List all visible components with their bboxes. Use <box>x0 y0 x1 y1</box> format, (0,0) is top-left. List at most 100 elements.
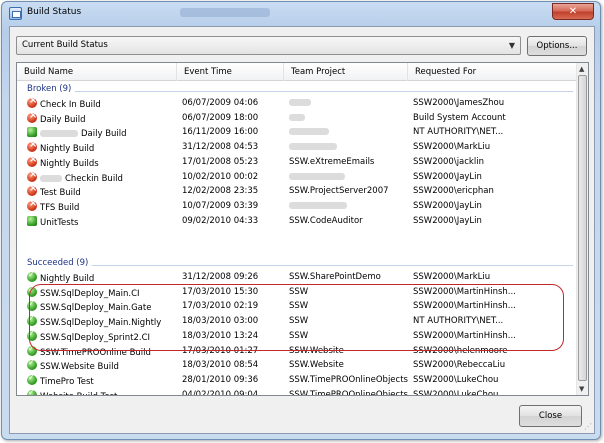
scrollbar-thumb[interactable] <box>578 75 587 381</box>
build-name: Website Build Test <box>40 392 117 395</box>
build-status-view-select[interactable]: Current Build Status ▼ <box>16 36 521 55</box>
requested-for-cell: NT AUTHORITY\NET... <box>413 127 504 138</box>
team-project-cell <box>289 201 408 211</box>
group-broken-title: Broken (9) <box>27 84 76 94</box>
ok-icon <box>27 374 37 385</box>
group-succeeded[interactable]: Succeeded (9) <box>17 257 577 271</box>
error-icon <box>27 112 37 123</box>
team-project-cell <box>289 142 408 152</box>
team-project-cell <box>289 98 408 108</box>
build-name-cell: TimePro Test <box>27 374 177 387</box>
team-project-cell: SSW.CodeAuditor <box>289 215 363 226</box>
event-time-cell: 09/02/2010 04:33 <box>182 215 259 226</box>
vertical-scrollbar[interactable]: ▲ ▼ <box>576 63 588 395</box>
chevron-down-icon[interactable]: ▼ <box>509 41 515 50</box>
event-time-cell: 04/02/2010 09:04 <box>182 389 259 396</box>
group-divider <box>27 91 573 92</box>
annotation-highlight <box>29 284 564 351</box>
build-name-cell: Daily Build <box>27 112 177 125</box>
table-row[interactable]: Check In Build 06/07/2009 04:06 SSW2000\Ja… <box>17 97 577 112</box>
group-broken[interactable]: Broken (9) <box>17 83 577 97</box>
build-name-cell: Nightly Build <box>27 272 177 284</box>
requested-for-cell: SSW2000\JayLin <box>413 171 482 182</box>
title-bar[interactable]: Build Status ✕ <box>2 2 600 26</box>
table-row[interactable]: Test Build 12/02/2008 23:35 SSW.ProjectSer… <box>17 185 577 200</box>
requested-for-cell: SSW2000\JayLin <box>413 215 482 226</box>
error-icon <box>27 142 37 153</box>
requested-for-cell: SSW2000\LukeChou <box>413 389 499 396</box>
table-row[interactable]: Daily Build 16/11/2009 16:00 NT AUTHORITY\… <box>17 126 577 141</box>
team-project-cell <box>289 172 408 182</box>
event-time-cell: 10/07/2009 03:39 <box>182 200 259 211</box>
table-row[interactable]: Nightly Builds 17/01/2008 05:23 SSW.eXtrem… <box>17 156 577 171</box>
team-project-cell <box>289 127 408 137</box>
column-header-event-time[interactable]: Event Time <box>177 63 284 81</box>
options-button[interactable]: Options... <box>527 36 587 56</box>
event-time-cell: 16/11/2009 16:00 <box>182 127 259 138</box>
table-row[interactable]: Nightly Build 31/12/2008 04:53 SSW2000\Mar… <box>17 141 577 156</box>
obscured-text <box>289 143 337 151</box>
partial-icon <box>27 127 37 138</box>
ok-icon <box>27 272 37 282</box>
event-time-cell: 06/07/2009 18:00 <box>182 112 259 123</box>
requested-for-cell: SSW2000\JayLin <box>413 200 482 211</box>
build-name-cell: Daily Build <box>27 127 177 139</box>
obscured-text <box>289 172 345 180</box>
error-icon <box>27 98 37 108</box>
team-project-cell <box>289 113 408 123</box>
team-project-cell: SSW.eXtremeEmails <box>289 156 375 167</box>
event-time-cell: 10/02/2010 00:02 <box>182 171 259 182</box>
build-name: Nightly Builds <box>40 158 99 169</box>
error-icon <box>27 171 37 182</box>
build-name: Daily Build <box>40 114 86 125</box>
table-row[interactable]: TimePro Test 28/01/2010 09:36 SSW.TimePROO… <box>17 374 577 389</box>
build-name: Nightly Build <box>40 274 95 284</box>
window-title: Build Status <box>27 7 82 17</box>
ok-icon <box>27 389 37 395</box>
group-succeeded-title: Succeeded (9) <box>27 258 93 268</box>
event-time-cell: 06/07/2009 04:06 <box>182 98 259 108</box>
event-time-cell: 31/12/2008 09:26 <box>182 272 259 282</box>
window-close-button[interactable]: ✕ <box>552 3 594 20</box>
scroll-up-icon[interactable]: ▲ <box>579 65 584 73</box>
build-name: Checkin Build <box>65 173 123 184</box>
build-name-cell: SSW.Website Build <box>27 360 177 372</box>
build-name: UnitTests <box>40 217 79 228</box>
requested-for-cell: SSW2000\ericphan <box>413 186 494 197</box>
requested-for-cell: SSW2000\LukeChou <box>413 374 499 385</box>
close-button[interactable]: Close <box>519 405 582 427</box>
list-header: Build Name Event Time Team Project Reque… <box>17 63 577 81</box>
column-header-team-project[interactable]: Team Project <box>284 63 408 81</box>
build-name-cell: TFS Build <box>27 200 177 213</box>
scroll-down-icon[interactable]: ▼ <box>579 385 584 393</box>
requested-for-cell: SSW2000\RebeccaLiu <box>413 360 506 371</box>
build-name: Check In Build <box>40 100 101 110</box>
table-row[interactable]: SSW.Website Build 18/03/2010 08:54 SSW.Web… <box>17 359 577 374</box>
table-row[interactable]: TFS Build 10/07/2009 03:39 SSW2000\JayLin <box>17 200 577 215</box>
build-name: TFS Build <box>40 202 80 213</box>
build-name: Daily Build <box>81 129 127 140</box>
window-icon <box>9 7 22 20</box>
team-project-cell: SSW.TimePROOnlineObjects <box>289 389 408 396</box>
event-time-cell: 31/12/2008 04:53 <box>182 142 259 153</box>
resize-grip-icon[interactable]: ⋰ <box>584 422 592 431</box>
column-header-build-name[interactable]: Build Name <box>17 63 177 81</box>
team-project-cell: SSW.TimePROOnlineObjects <box>289 374 408 385</box>
table-row[interactable]: Checkin Build 10/02/2010 00:02 SSW2000\Jay… <box>17 171 577 186</box>
build-name-cell: Check In Build <box>27 98 177 110</box>
team-project-cell: SSW.Website <box>289 360 344 371</box>
build-name: SSW.Website Build <box>40 362 119 373</box>
event-time-cell: 12/02/2008 23:35 <box>182 186 259 197</box>
error-icon <box>27 186 37 197</box>
partial-icon <box>27 215 37 226</box>
build-name-cell: UnitTests <box>27 215 177 228</box>
event-time-cell: 18/03/2010 08:54 <box>182 360 259 371</box>
build-name-cell: Nightly Build <box>27 142 177 154</box>
table-row[interactable]: Daily Build 06/07/2009 18:00 Build System … <box>17 112 577 127</box>
requested-for-cell: SSW2000\MarkLiu <box>413 142 491 153</box>
requested-for-cell: SSW2000\jacklin <box>413 156 484 167</box>
table-row[interactable]: Website Build Test 04/02/2010 09:04 SSW.Ti… <box>17 389 577 396</box>
table-row[interactable]: UnitTests 09/02/2010 04:33 SSW.CodeAuditor… <box>17 215 577 230</box>
column-header-requested-for[interactable]: Requested For <box>408 63 577 81</box>
build-status-window: Build Status ✕ Current Build Status ▼ Op… <box>1 1 601 440</box>
